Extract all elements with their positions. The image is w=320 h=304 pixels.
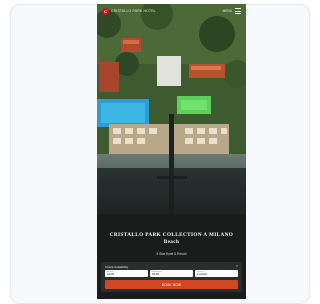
field-value: 01/06 <box>107 272 114 277</box>
booking-heading: Check Availability <box>105 265 129 269</box>
menu-label[interactable]: MENU <box>223 9 232 13</box>
booking-widget: Check Availability × Arrival 01/06 Depar… <box>101 262 242 292</box>
field-value: 2 Adults <box>197 272 207 277</box>
hero-subtitle: 5 Star Hotel & Resort <box>156 252 187 256</box>
hero-title-line-2: Beach <box>163 239 180 245</box>
booking-fields: Arrival 01/06 Departure 02/06 Guests 2 A… <box>105 270 238 277</box>
departure-field[interactable]: Departure 02/06 <box>150 270 193 277</box>
hero-title: CRISTALLO PARK COLLECTION A MILANO Beach <box>103 232 240 246</box>
arrival-field[interactable]: Arrival 01/06 <box>105 270 148 277</box>
book-now-button[interactable]: BOOK NOW <box>105 280 238 289</box>
mobile-page-preview: C CRISTALLO PARK HOTEL MENU CRISTALLO PA… <box>97 4 246 299</box>
close-icon[interactable]: × <box>236 264 238 268</box>
field-value: 02/06 <box>152 272 159 277</box>
hero-gradient <box>97 154 246 234</box>
guests-field[interactable]: Guests 2 Adults <box>195 270 238 277</box>
hamburger-icon[interactable] <box>235 8 241 14</box>
brand-name: CRISTALLO PARK HOTEL <box>111 9 156 13</box>
header-menu[interactable]: MENU <box>223 8 241 14</box>
site-header: C CRISTALLO PARK HOTEL MENU <box>97 4 246 18</box>
brand-logo[interactable]: C <box>102 7 109 15</box>
hero-title-line-1: CRISTALLO PARK COLLECTION A MILANO <box>109 232 234 238</box>
